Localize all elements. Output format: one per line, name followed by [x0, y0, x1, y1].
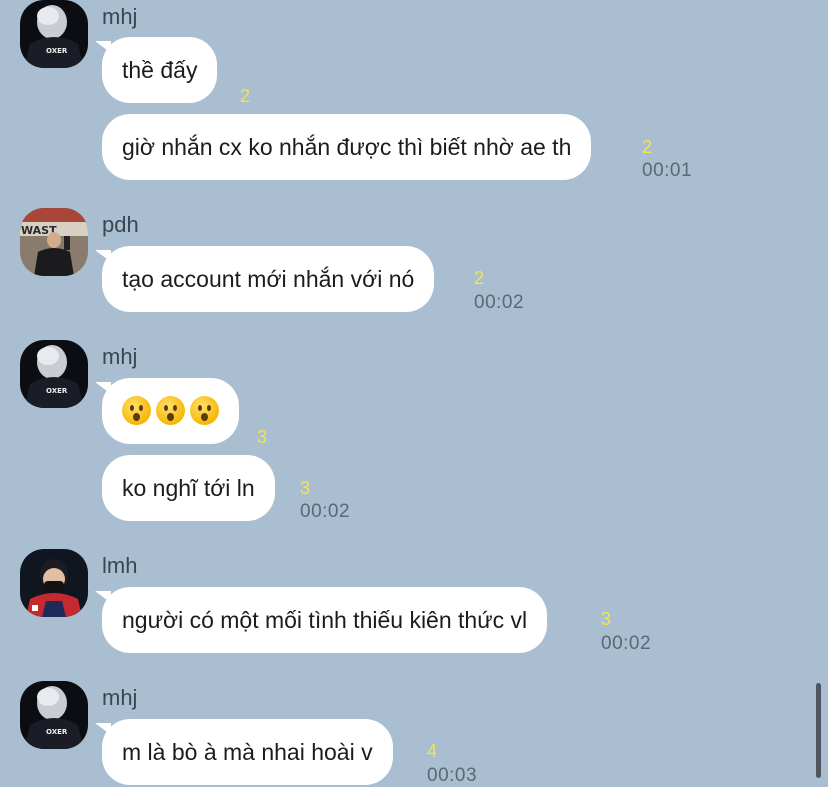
sender-name: mhj	[102, 4, 138, 29]
message-time: 00:03	[427, 765, 478, 786]
read-count: 3	[601, 609, 612, 629]
avatar-lmh[interactable]	[20, 549, 88, 617]
sender-name: pdh	[102, 212, 139, 237]
avatar-mhj-image: OXER	[20, 0, 88, 68]
read-count: 2	[240, 86, 251, 106]
hushed-face-emoji-icon	[190, 396, 219, 426]
message-time: 00:02	[300, 501, 351, 522]
message-bubble[interactable]: người có một mối tình thiếu kiên thức vl	[94, 587, 548, 653]
sender-name: mhj	[102, 344, 138, 369]
svg-text:OXER: OXER	[46, 387, 68, 395]
read-count: 2	[642, 137, 653, 157]
message-time: 00:01	[642, 160, 693, 181]
svg-text:OXER: OXER	[46, 728, 68, 736]
svg-text:OXER: OXER	[46, 47, 68, 55]
read-count: 2	[474, 268, 485, 288]
avatar-mhj-image: OXER	[20, 340, 88, 408]
message-time: 00:02	[474, 292, 525, 313]
avatar-pdh-image: WAST	[20, 208, 88, 276]
sender-name: mhj	[102, 685, 138, 710]
emoji-message-bubble[interactable]	[95, 378, 239, 444]
read-count: 4	[427, 741, 438, 761]
avatar-pdh[interactable]: WAST	[20, 208, 88, 276]
chat-scrollbar[interactable]	[816, 683, 821, 778]
read-count: 3	[257, 427, 268, 447]
avatar-lmh-image	[20, 549, 88, 617]
message-bubble[interactable]: ko nghĩ tới ln	[102, 455, 275, 521]
read-count: 3	[300, 478, 311, 498]
avatar-mhj-image: OXER	[20, 681, 88, 749]
message-bubble[interactable]: tạo account mới nhắn với nó	[94, 246, 435, 312]
hushed-face-emoji-icon	[122, 396, 151, 426]
avatar-mhj[interactable]: OXER	[20, 681, 88, 749]
sender-name: lmh	[102, 553, 138, 578]
message-time: 00:02	[601, 633, 652, 654]
message-bubble[interactable]: m là bò à mà nhai hoài v	[95, 719, 393, 785]
message-bubble[interactable]: thề đấy	[94, 37, 218, 103]
avatar-mhj[interactable]: OXER	[20, 0, 88, 68]
hushed-face-emoji-icon	[156, 396, 185, 426]
message-bubble[interactable]: giờ nhắn cx ko nhắn được thì biết nhờ ae…	[102, 114, 592, 180]
avatar-mhj[interactable]: OXER	[20, 340, 88, 408]
